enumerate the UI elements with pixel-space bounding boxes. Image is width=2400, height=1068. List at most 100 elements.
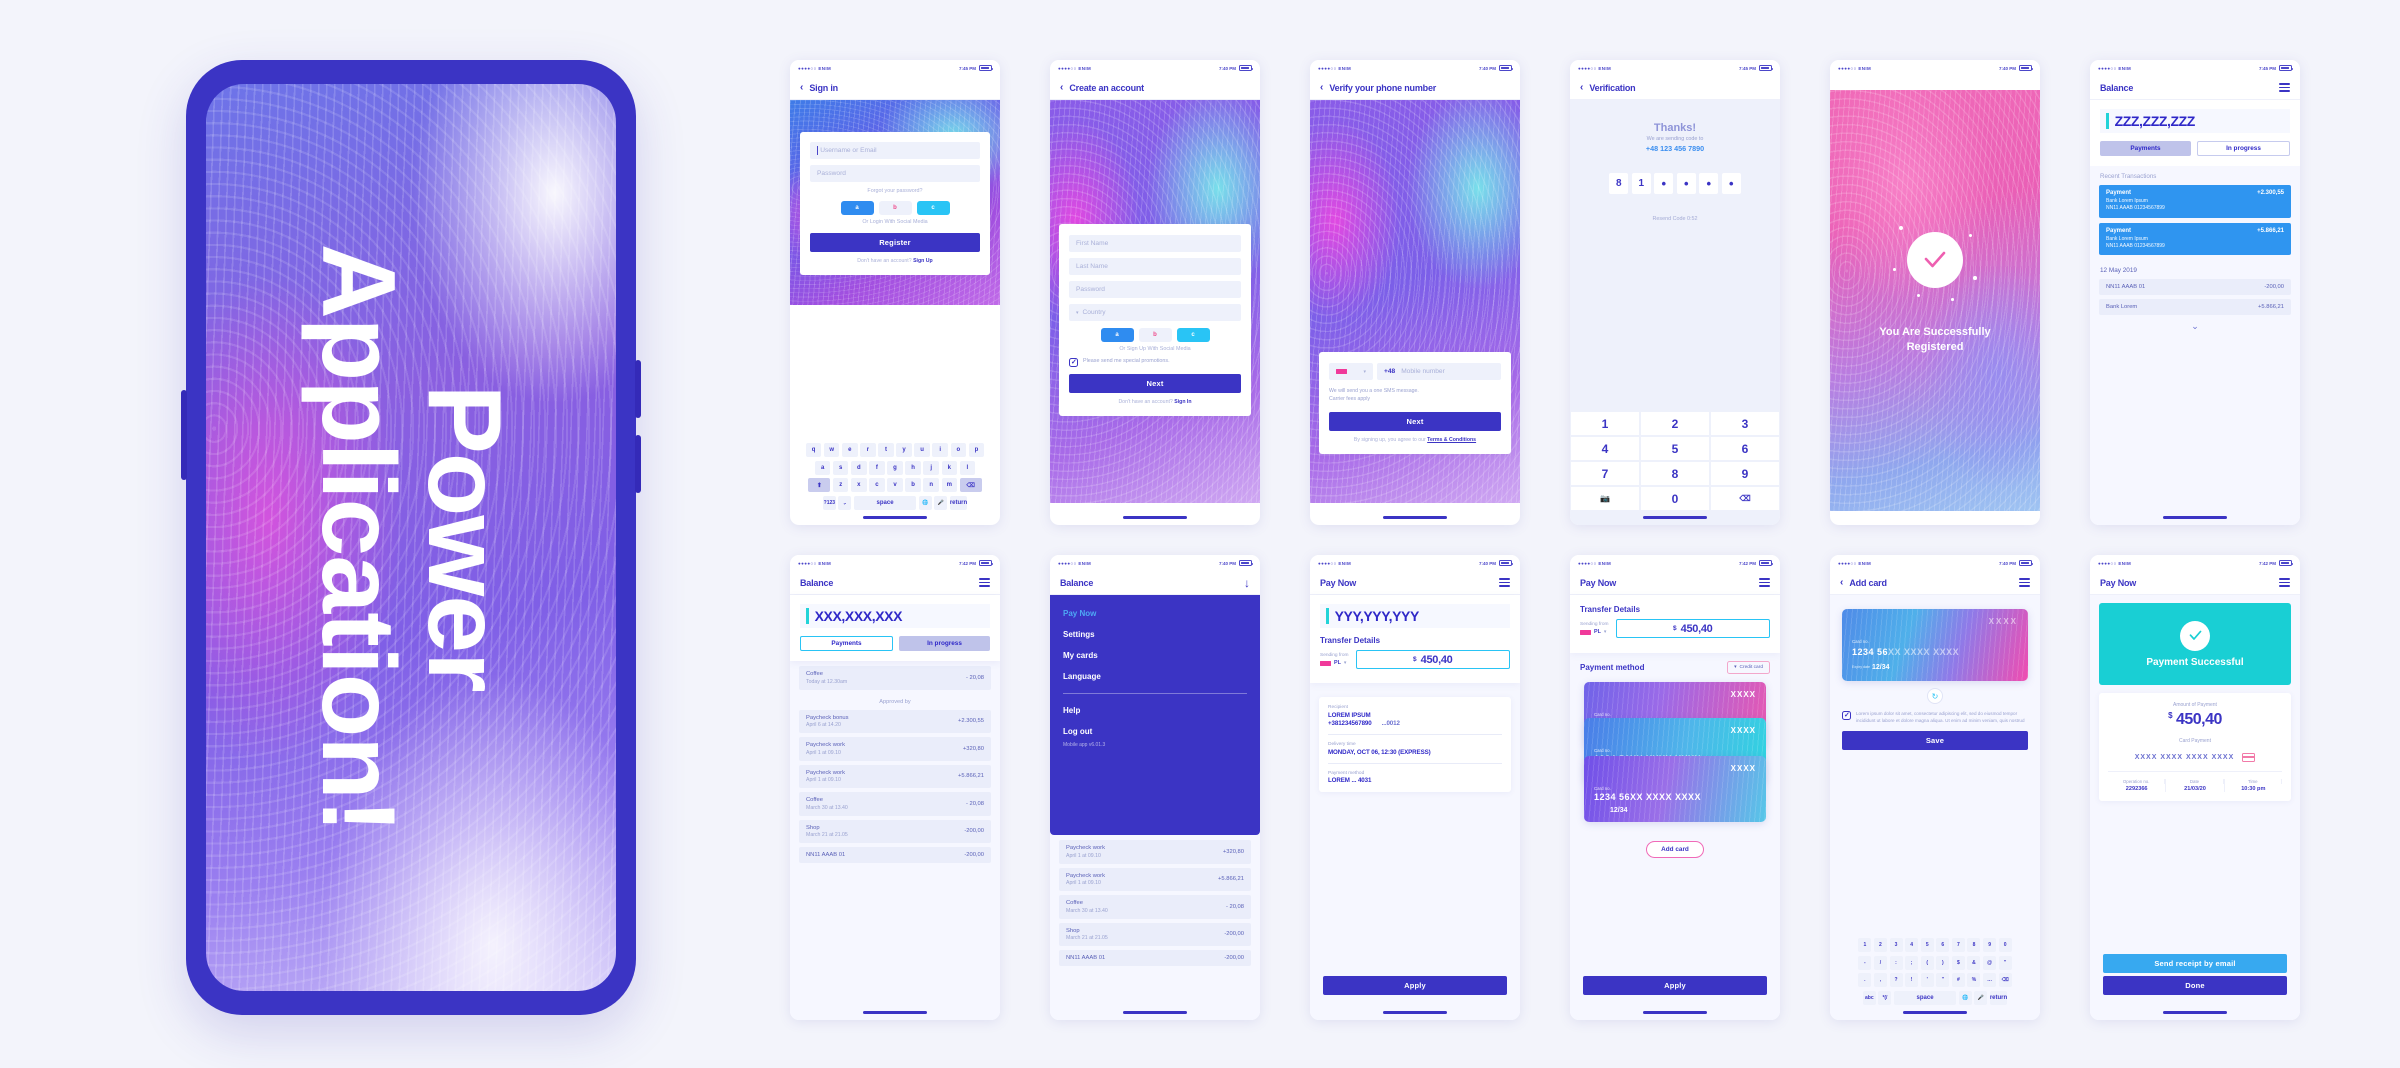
key-question[interactable]: ?: [1889, 973, 1903, 988]
key-t[interactable]: t: [878, 443, 894, 458]
table-row[interactable]: Paycheck work April 1 at 09.10 +320,80: [1059, 840, 1251, 864]
key-percent[interactable]: %: [1967, 973, 1981, 988]
drawer-item-language[interactable]: Language: [1063, 672, 1247, 681]
mobile-number-input[interactable]: +48 Mobile number: [1377, 363, 1501, 380]
return-key[interactable]: return: [1989, 990, 2008, 1005]
flip-card-icon[interactable]: ↻: [1927, 688, 1943, 704]
code-input-row[interactable]: 8 1 • • • •: [1570, 173, 1780, 194]
key-ampersand[interactable]: &: [1967, 955, 1981, 970]
key-8[interactable]: 8: [1967, 938, 1981, 953]
tab-payments[interactable]: Payments: [800, 636, 893, 651]
key-y[interactable]: y: [896, 443, 912, 458]
balance-amount-field[interactable]: XXX,XXX,XXX: [800, 604, 990, 628]
table-row[interactable]: Shop March 21 at 21.05 -200,00: [1059, 922, 1251, 946]
table-row[interactable]: Paycheck bonus April 6 at 14.20 +2.300,55: [799, 709, 991, 733]
key-f[interactable]: f: [869, 460, 885, 475]
twitter-login-button[interactable]: c: [916, 201, 950, 215]
keyboard[interactable]: 1 2 3 4 5 6 7 8 9 0 - / : ; () $ & @ " …: [1830, 934, 2040, 1008]
key-3[interactable]: 3: [1889, 938, 1903, 953]
key-slash[interactable]: /: [1873, 955, 1887, 970]
sign-up-link[interactable]: Sign Up: [913, 258, 933, 264]
drawer-item-log-out[interactable]: Log out: [1063, 727, 1247, 736]
table-row[interactable]: Paycheck work April 1 at 09.10 +320,80: [799, 737, 991, 761]
close-drawer-icon[interactable]: ↓: [1244, 577, 1250, 589]
apply-button[interactable]: Apply: [1323, 976, 1507, 995]
menu-icon[interactable]: [2279, 578, 2290, 587]
key-hash[interactable]: #: [1951, 973, 1965, 988]
key-paren-close[interactable]: ): [1936, 955, 1950, 970]
key-q[interactable]: q: [805, 443, 822, 458]
backspace-icon[interactable]: ⌫: [1710, 486, 1780, 511]
checkbox-icon[interactable]: [1069, 358, 1078, 368]
promotions-checkbox-row[interactable]: Please send me special promotions.: [1069, 358, 1241, 368]
numpad-key-8[interactable]: 8: [1640, 461, 1710, 486]
sending-from-select[interactable]: Sending from PL ▾: [1320, 653, 1349, 666]
abc-key[interactable]: abc: [1862, 990, 1876, 1005]
key-quote[interactable]: ": [1998, 955, 2012, 970]
apply-button[interactable]: Apply: [1583, 976, 1767, 995]
twitter-signup-button[interactable]: c: [1176, 328, 1210, 342]
symbols-key[interactable]: *(/: [1878, 990, 1892, 1005]
drawer-item-my-cards[interactable]: My cards: [1063, 651, 1247, 660]
globe-icon[interactable]: 🌐: [918, 495, 932, 510]
drawer-item-help[interactable]: Help: [1063, 706, 1247, 715]
table-row[interactable]: Paycheck work April 1 at 09.10 +5.866,21: [799, 764, 991, 788]
username-input[interactable]: Username or Email: [810, 142, 980, 159]
key-6[interactable]: 6: [1936, 938, 1950, 953]
key-b[interactable]: b: [905, 478, 921, 493]
back-icon[interactable]: ‹: [1840, 577, 1843, 588]
numpad-key-7[interactable]: 7: [1570, 461, 1640, 486]
back-icon[interactable]: ‹: [800, 82, 803, 93]
highlight-transaction[interactable]: Payment +2.300,55 Bank Lorem Ipsum NN11 AA…: [2099, 185, 2291, 218]
table-row[interactable]: Bank Lorem +5.866,21: [2099, 299, 2291, 315]
key-x[interactable]: x: [851, 478, 867, 493]
send-receipt-button[interactable]: Send receipt by email: [2103, 954, 2287, 973]
transfer-amount-input[interactable]: $ 450,40: [1615, 619, 1770, 638]
table-row[interactable]: Coffee Today at 12.30am - 20,08: [799, 666, 991, 690]
next-button[interactable]: Next: [1069, 374, 1241, 393]
drawer-item-pay-now[interactable]: Pay Now: [1063, 609, 1247, 618]
key-i[interactable]: i: [932, 443, 948, 458]
numpad-key-0[interactable]: 0: [1640, 486, 1710, 511]
sign-in-link[interactable]: Sign In: [1174, 399, 1191, 405]
table-row[interactable]: NN11 AAAB 01 -200,00: [799, 847, 991, 863]
last-name-input[interactable]: Last Name: [1069, 258, 1241, 275]
code-digit-5[interactable]: •: [1699, 173, 1719, 194]
backspace-key-icon[interactable]: ⌫: [1998, 973, 2012, 988]
numpad-key-4[interactable]: 4: [1570, 436, 1640, 461]
resend-code-label[interactable]: Resend Code 0:52: [1570, 216, 1780, 222]
key-doublequote[interactable]: ": [1936, 973, 1950, 988]
key-l[interactable]: l: [959, 460, 976, 475]
menu-icon[interactable]: [1759, 578, 1770, 587]
key-semicolon[interactable]: ;: [1905, 955, 1919, 970]
done-button[interactable]: Done: [2103, 976, 2287, 995]
key-ellipsis[interactable]: …: [1983, 973, 1997, 988]
numeric-keypad[interactable]: 1 2 3 4 5 6 7 8 9 📷 0 ⌫: [1570, 411, 1780, 511]
key-exclaim[interactable]: !: [1905, 973, 1919, 988]
checkbox-icon[interactable]: [1842, 711, 1851, 721]
key-period[interactable]: .: [1858, 973, 1872, 988]
key-5[interactable]: 5: [1920, 938, 1934, 953]
menu-icon[interactable]: [1499, 578, 1510, 587]
shift-key-icon[interactable]: ⬆: [808, 478, 831, 493]
next-button[interactable]: Next: [1329, 411, 1501, 431]
key-m[interactable]: m: [941, 478, 958, 493]
key-n[interactable]: n: [923, 478, 939, 493]
table-row[interactable]: Coffee March 30 at 13.40 - 20,08: [799, 792, 991, 816]
key-w[interactable]: w: [823, 443, 840, 458]
menu-icon[interactable]: [979, 578, 990, 587]
google-signup-button[interactable]: b: [1138, 328, 1172, 342]
key-c[interactable]: c: [869, 478, 885, 493]
space-key[interactable]: space: [854, 495, 917, 510]
microphone-icon[interactable]: 🎤: [1974, 990, 1988, 1005]
key-u[interactable]: u: [914, 443, 930, 458]
key-at[interactable]: @: [1983, 955, 1997, 970]
code-digit-3[interactable]: •: [1654, 173, 1674, 194]
key-1[interactable]: 1: [1858, 938, 1872, 953]
credit-card-3[interactable]: XXXX Card no. 1234 56XX XXXX XXXX 12/34: [1584, 756, 1766, 822]
key-4[interactable]: 4: [1905, 938, 1919, 953]
numpad-key-1[interactable]: 1: [1570, 411, 1640, 436]
code-digit-4[interactable]: •: [1676, 173, 1696, 194]
numpad-key-6[interactable]: 6: [1710, 436, 1780, 461]
globe-icon[interactable]: 🌐: [1958, 990, 1972, 1005]
